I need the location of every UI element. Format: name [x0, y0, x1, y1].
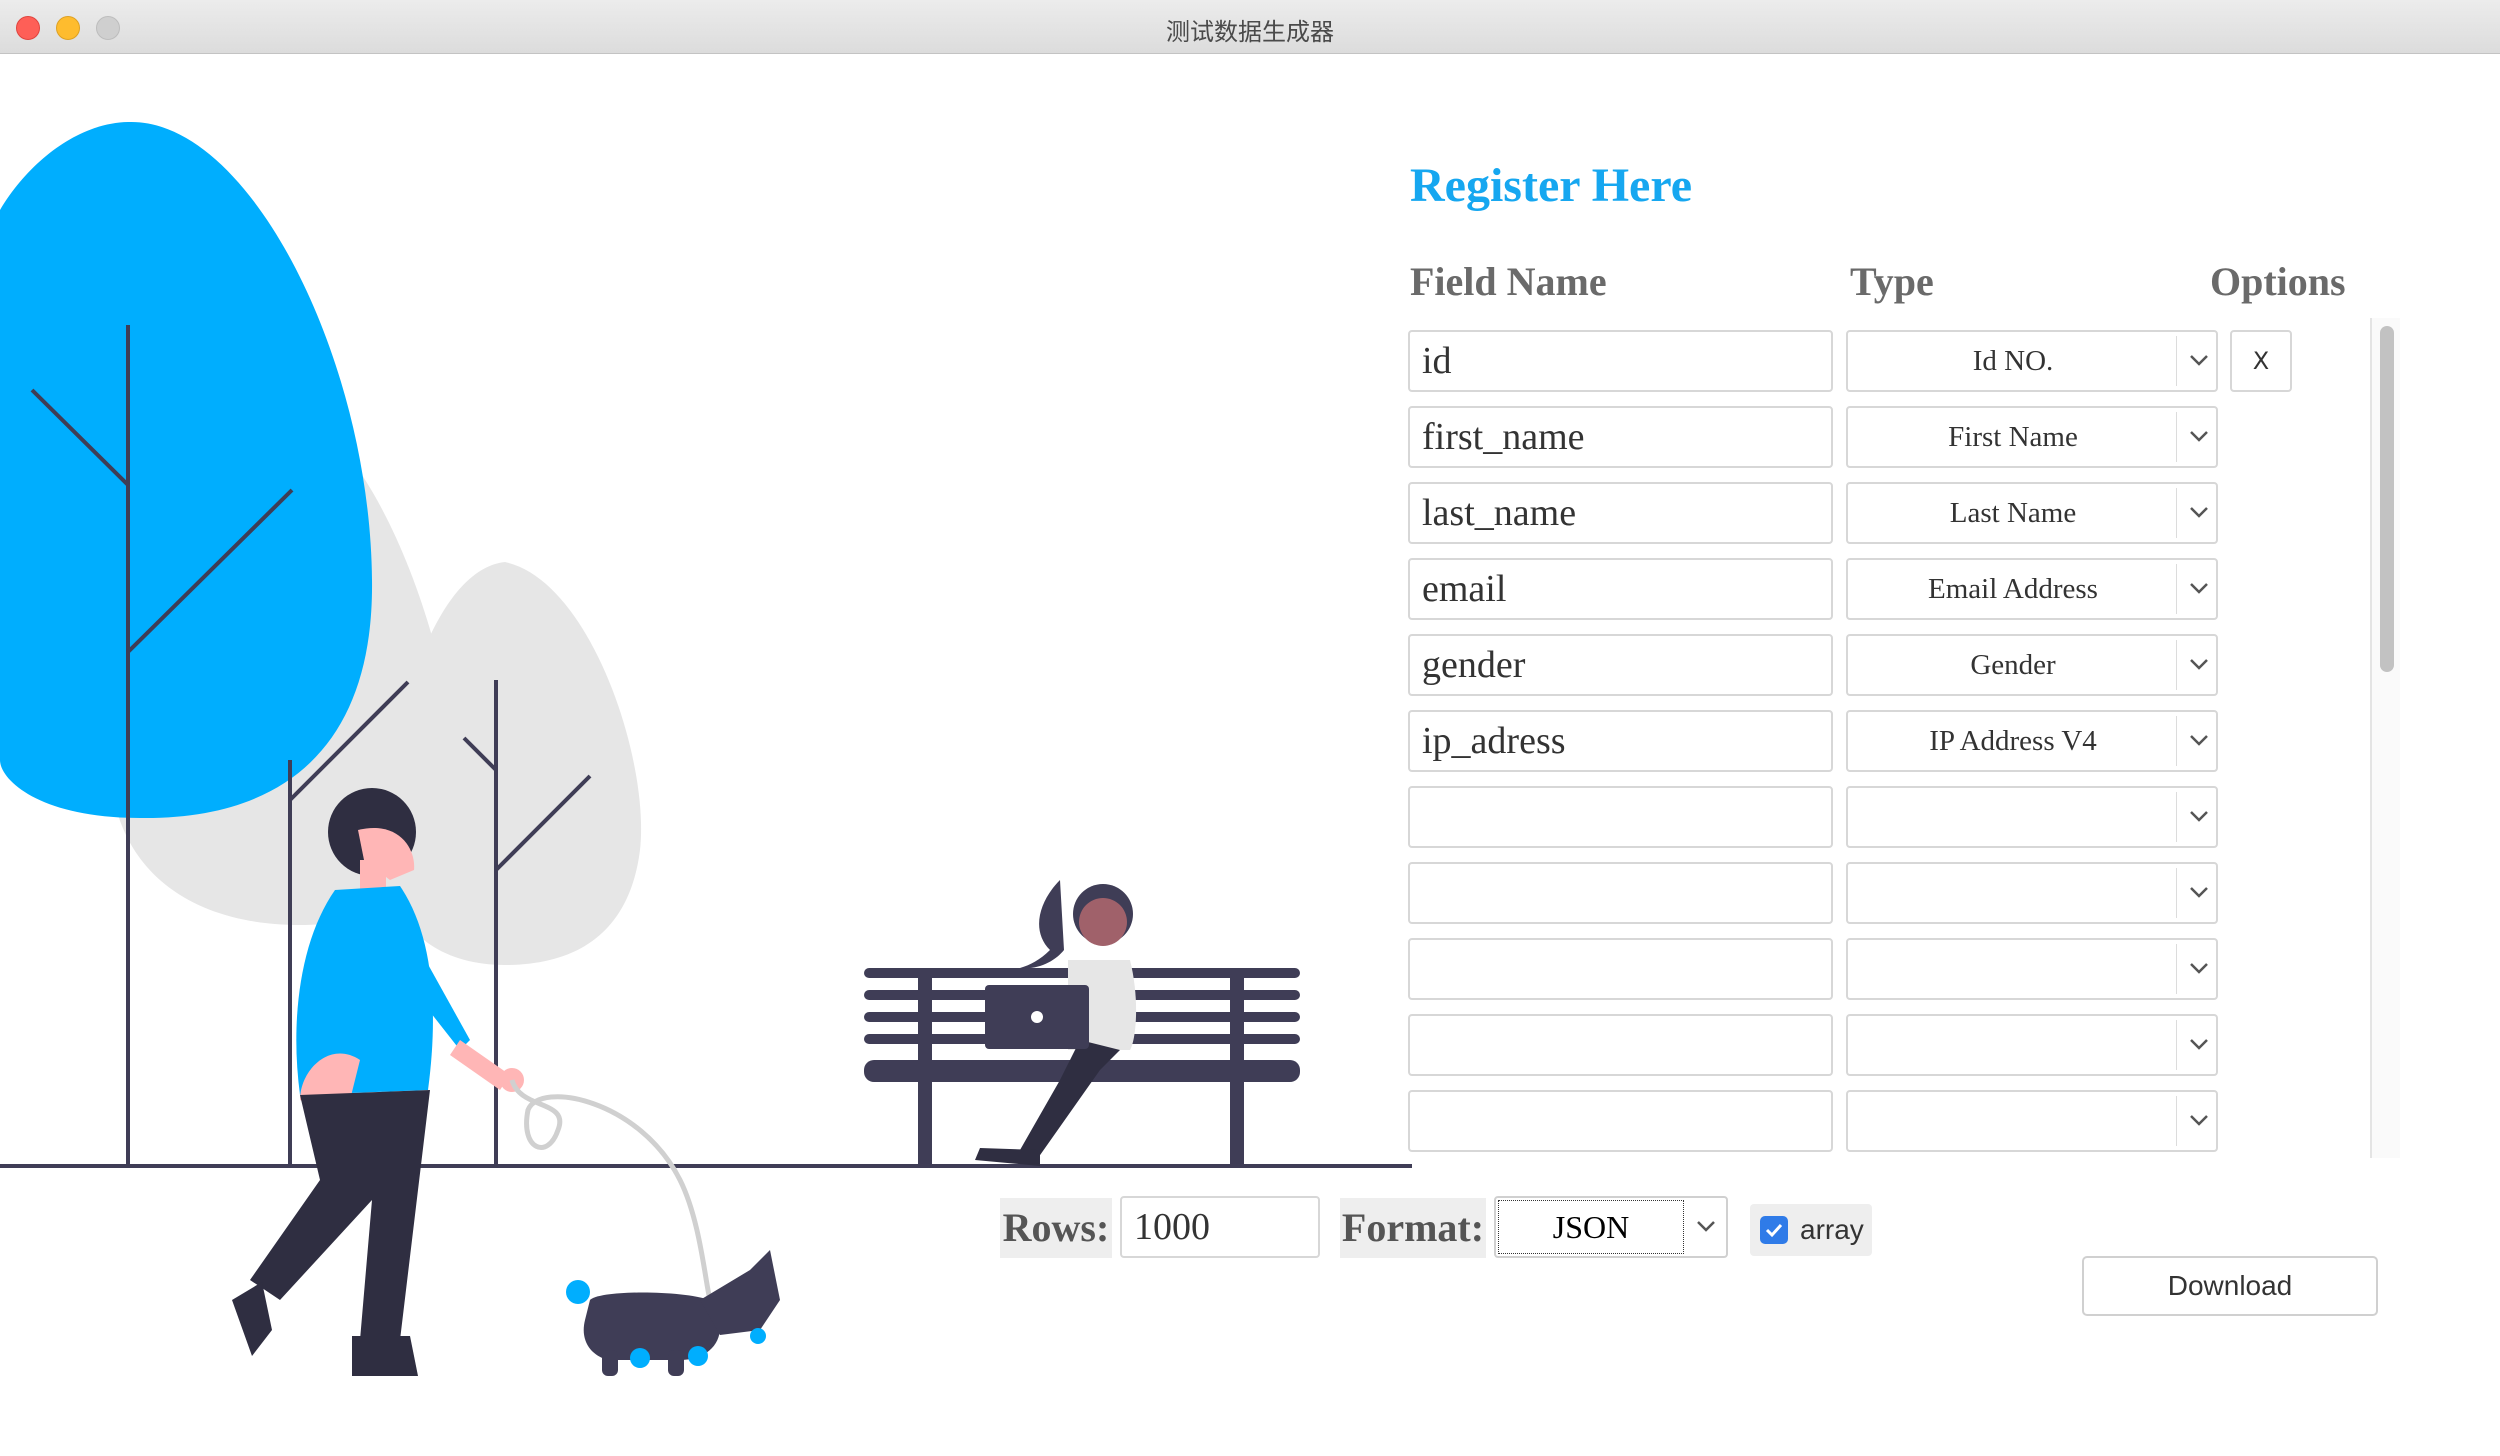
field-name-input[interactable]: [1408, 482, 1833, 544]
type-select-value: First Name: [1948, 421, 2078, 453]
column-header-type: Type: [1850, 259, 1934, 304]
type-select-value: Id NO.: [1972, 345, 2054, 377]
field-row: IP Address V4: [1408, 710, 2408, 772]
type-select[interactable]: [1846, 1014, 2218, 1076]
field-name-input[interactable]: [1408, 1090, 1833, 1152]
chevron-down-icon: [2190, 507, 2208, 518]
chevron-down-icon: [1697, 1221, 1715, 1232]
chevron-down-icon: [2190, 659, 2208, 670]
field-row: Last Name: [1408, 482, 2408, 544]
chevron-down-icon: [2190, 887, 2208, 898]
type-select[interactable]: [1846, 938, 2218, 1000]
array-checkbox[interactable]: [1760, 1216, 1788, 1244]
chevron-down-icon: [2190, 1115, 2208, 1126]
select-divider: [2176, 716, 2177, 766]
field-row: [1408, 1014, 2408, 1076]
type-select[interactable]: First Name: [1846, 406, 2218, 468]
field-name-input[interactable]: [1408, 862, 1833, 924]
chevron-down-icon: [2190, 583, 2208, 594]
chevron-down-icon: [2190, 735, 2208, 746]
field-name-input[interactable]: [1408, 1014, 1833, 1076]
chevron-down-icon: [2190, 963, 2208, 974]
field-name-input[interactable]: [1408, 938, 1833, 1000]
blue-tree-canopy: [0, 121, 373, 819]
select-divider: [2176, 792, 2177, 842]
type-select-value: Last Name: [1949, 497, 2077, 529]
field-name-input[interactable]: [1408, 634, 1833, 696]
type-select-value: [1848, 1016, 2178, 1074]
remove-row-button[interactable]: X: [2230, 330, 2292, 392]
format-label: Format:: [1340, 1198, 1486, 1258]
type-select[interactable]: Gender: [1846, 634, 2218, 696]
chevron-down-icon: [2190, 811, 2208, 822]
select-divider: [2176, 1020, 2177, 1070]
rows-count-input[interactable]: [1120, 1196, 1320, 1258]
field-row: [1408, 1090, 2408, 1152]
chevron-down-icon: [2190, 1039, 2208, 1050]
window-titlebar: 测试数据生成器: [0, 0, 2500, 54]
format-select[interactable]: JSON: [1494, 1196, 1728, 1258]
select-divider: [2176, 336, 2177, 386]
select-divider: [2176, 868, 2177, 918]
field-rows-list: Id NO. X First Name Last Name Email Addr…: [1408, 330, 2408, 1152]
type-select[interactable]: Last Name: [1846, 482, 2218, 544]
type-select[interactable]: IP Address V4: [1846, 710, 2218, 772]
field-name-input[interactable]: [1408, 406, 1833, 468]
field-row: Id NO. X: [1408, 330, 2408, 392]
dog-leash: [509, 1079, 713, 1301]
array-option: array: [1750, 1204, 1872, 1256]
select-divider: [2176, 944, 2177, 994]
select-divider: [2176, 412, 2177, 462]
checkmark-icon: [1765, 1223, 1783, 1238]
chevron-down-icon: [2190, 355, 2208, 366]
field-row: [1408, 938, 2408, 1000]
type-select-value: [1848, 788, 2178, 846]
type-select[interactable]: [1846, 862, 2218, 924]
field-name-input[interactable]: [1408, 558, 1833, 620]
download-button[interactable]: Download: [2082, 1256, 2378, 1316]
field-name-input[interactable]: [1408, 786, 1833, 848]
dog: [566, 1250, 780, 1376]
type-select[interactable]: Email Address: [1846, 558, 2218, 620]
field-row: [1408, 862, 2408, 924]
field-name-input[interactable]: [1408, 330, 1833, 392]
type-select-value: Email Address: [1928, 573, 2098, 605]
column-header-options: Options: [2210, 259, 2346, 304]
field-row: Gender: [1408, 634, 2408, 696]
select-divider: [2176, 564, 2177, 614]
woman-with-laptop: [975, 880, 1137, 1166]
type-select-value: [1848, 864, 2178, 922]
array-checkbox-label: array: [1800, 1214, 1864, 1245]
column-header-field-name: Field Name: [1410, 259, 1607, 304]
field-row: First Name: [1408, 406, 2408, 468]
scrollbar-thumb[interactable]: [2380, 326, 2394, 672]
type-select-value: IP Address V4: [1929, 725, 2097, 757]
rows-label: Rows:: [1000, 1198, 1112, 1258]
type-select-value: [1848, 1092, 2178, 1150]
format-select-value: JSON: [1498, 1200, 1684, 1254]
select-divider: [2176, 640, 2177, 690]
type-select-value: Gender: [1970, 649, 2056, 681]
chevron-down-icon: [2190, 431, 2208, 442]
field-row: [1408, 786, 2408, 848]
form-title: Register Here: [1410, 159, 1693, 212]
window-title: 测试数据生成器: [1166, 18, 1334, 46]
vertical-scrollbar[interactable]: [2370, 318, 2400, 1158]
field-row: Email Address: [1408, 558, 2408, 620]
select-divider: [2176, 488, 2177, 538]
field-name-input[interactable]: [1408, 710, 1833, 772]
type-select-value: [1848, 940, 2178, 998]
select-divider: [2176, 1096, 2177, 1146]
type-select[interactable]: [1846, 1090, 2218, 1152]
type-select[interactable]: [1846, 786, 2218, 848]
type-select[interactable]: Id NO.: [1846, 330, 2218, 392]
